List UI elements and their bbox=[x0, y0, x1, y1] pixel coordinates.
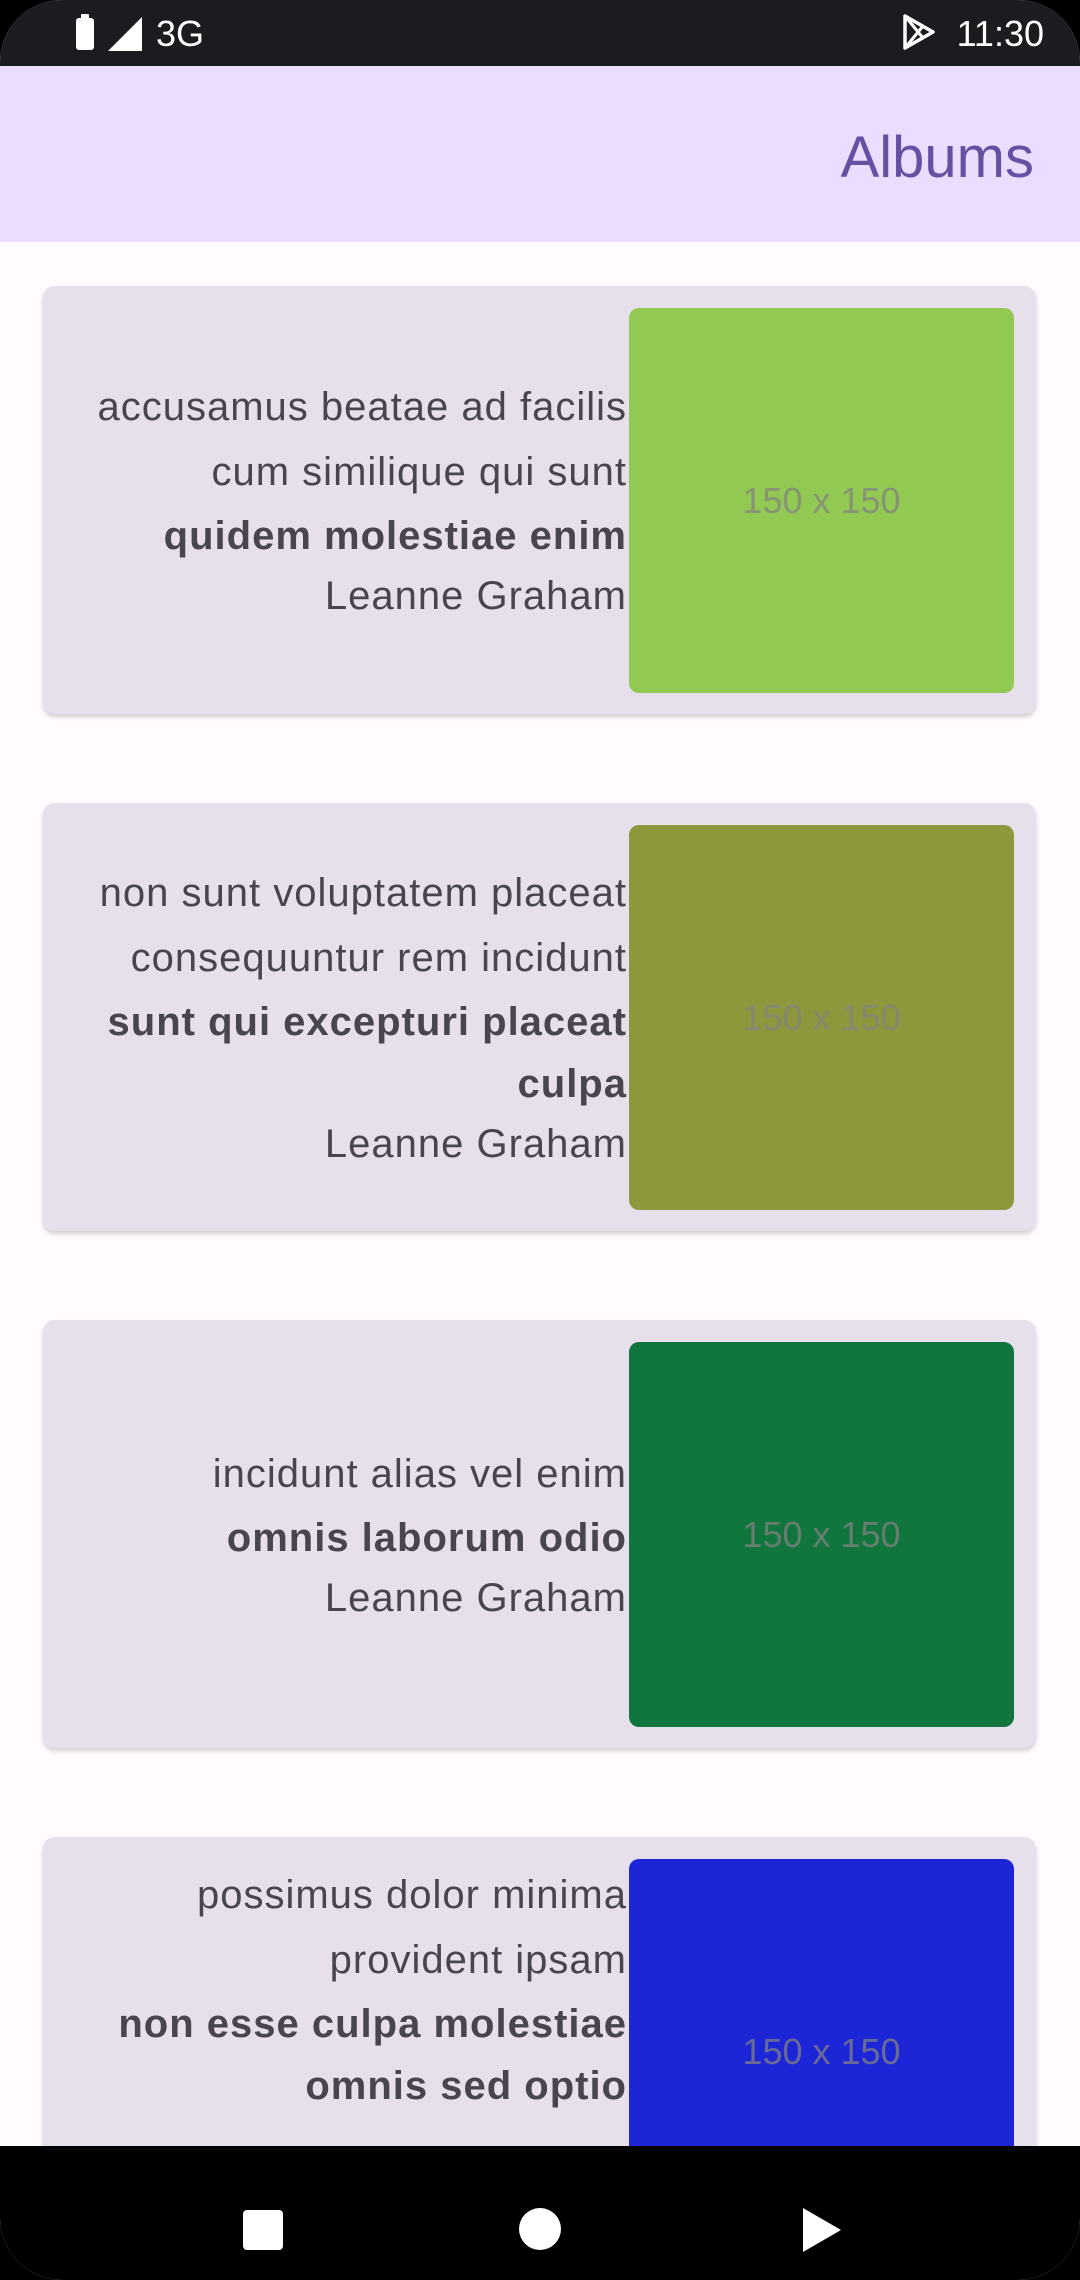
signal-icon bbox=[108, 17, 142, 51]
thumbnail-label: 150 x 150 bbox=[742, 2030, 901, 2072]
album-text: possimus dolor minima provident ipsam no… bbox=[63, 1863, 627, 2117]
album-subtitle: non esse culpa molestiae omnis sed optio bbox=[118, 2002, 627, 2108]
screen: 3G 11:30 Albums accusamus beatae ad faci… bbox=[0, 0, 1080, 2280]
clock: 11:30 bbox=[956, 13, 1044, 54]
navigation-bar bbox=[0, 2146, 1080, 2280]
album-subtitle: quidem molestiae enim bbox=[163, 514, 627, 558]
recents-square-icon[interactable] bbox=[243, 2210, 283, 2250]
home-circle-icon[interactable] bbox=[519, 2208, 561, 2250]
album-text: incidunt alias vel enim omnis laborum od… bbox=[63, 1320, 627, 1748]
app-bar: Albums bbox=[0, 66, 1080, 242]
album-title: possimus dolor minima provident ipsam bbox=[196, 1873, 627, 1982]
battery-icon bbox=[76, 14, 94, 50]
album-list[interactable]: accusamus beatae ad facilis cum similiqu… bbox=[0, 242, 1080, 2146]
album-card[interactable]: accusamus beatae ad facilis cum similiqu… bbox=[43, 286, 1036, 714]
album-title: non sunt voluptatem placeat consequuntur… bbox=[99, 871, 627, 980]
thumbnail-label: 150 x 150 bbox=[742, 479, 901, 521]
album-subtitle: omnis laborum odio bbox=[226, 1515, 627, 1560]
album-card[interactable]: incidunt alias vel enim omnis laborum od… bbox=[43, 1320, 1036, 1748]
album-thumbnail: 150 x 150 bbox=[629, 825, 1014, 1210]
album-title: accusamus beatae ad facilis cum similiqu… bbox=[97, 385, 627, 494]
album-text: accusamus beatae ad facilis cum similiqu… bbox=[63, 286, 627, 714]
album-card[interactable]: possimus dolor minima provident ipsam no… bbox=[43, 1837, 1036, 2146]
thumbnail-label: 150 x 150 bbox=[742, 996, 901, 1038]
album-thumbnail: 150 x 150 bbox=[629, 308, 1014, 693]
network-type: 3G bbox=[156, 13, 205, 54]
album-subtitle: sunt qui excepturi placeat culpa bbox=[107, 1000, 627, 1106]
album-artist: Leanne Graham bbox=[324, 1122, 627, 1166]
page-title: Albums bbox=[840, 125, 1034, 190]
album-title: incidunt alias vel enim bbox=[212, 1451, 627, 1496]
album-thumbnail: 150 x 150 bbox=[629, 1859, 1014, 2146]
status-right: 11:30 bbox=[901, 13, 1044, 55]
album-artist: Leanne Graham bbox=[324, 574, 627, 618]
back-triangle-icon[interactable] bbox=[803, 2208, 841, 2252]
album-text: non sunt voluptatem placeat consequuntur… bbox=[63, 803, 627, 1231]
play-store-icon bbox=[901, 13, 937, 55]
album-artist: Leanne Graham bbox=[324, 1575, 627, 1620]
album-thumbnail: 150 x 150 bbox=[629, 1342, 1014, 1727]
status-left: 3G bbox=[76, 13, 205, 54]
status-bar: 3G 11:30 bbox=[0, 0, 1080, 66]
album-card[interactable]: non sunt voluptatem placeat consequuntur… bbox=[43, 803, 1036, 1231]
thumbnail-label: 150 x 150 bbox=[742, 1513, 901, 1555]
